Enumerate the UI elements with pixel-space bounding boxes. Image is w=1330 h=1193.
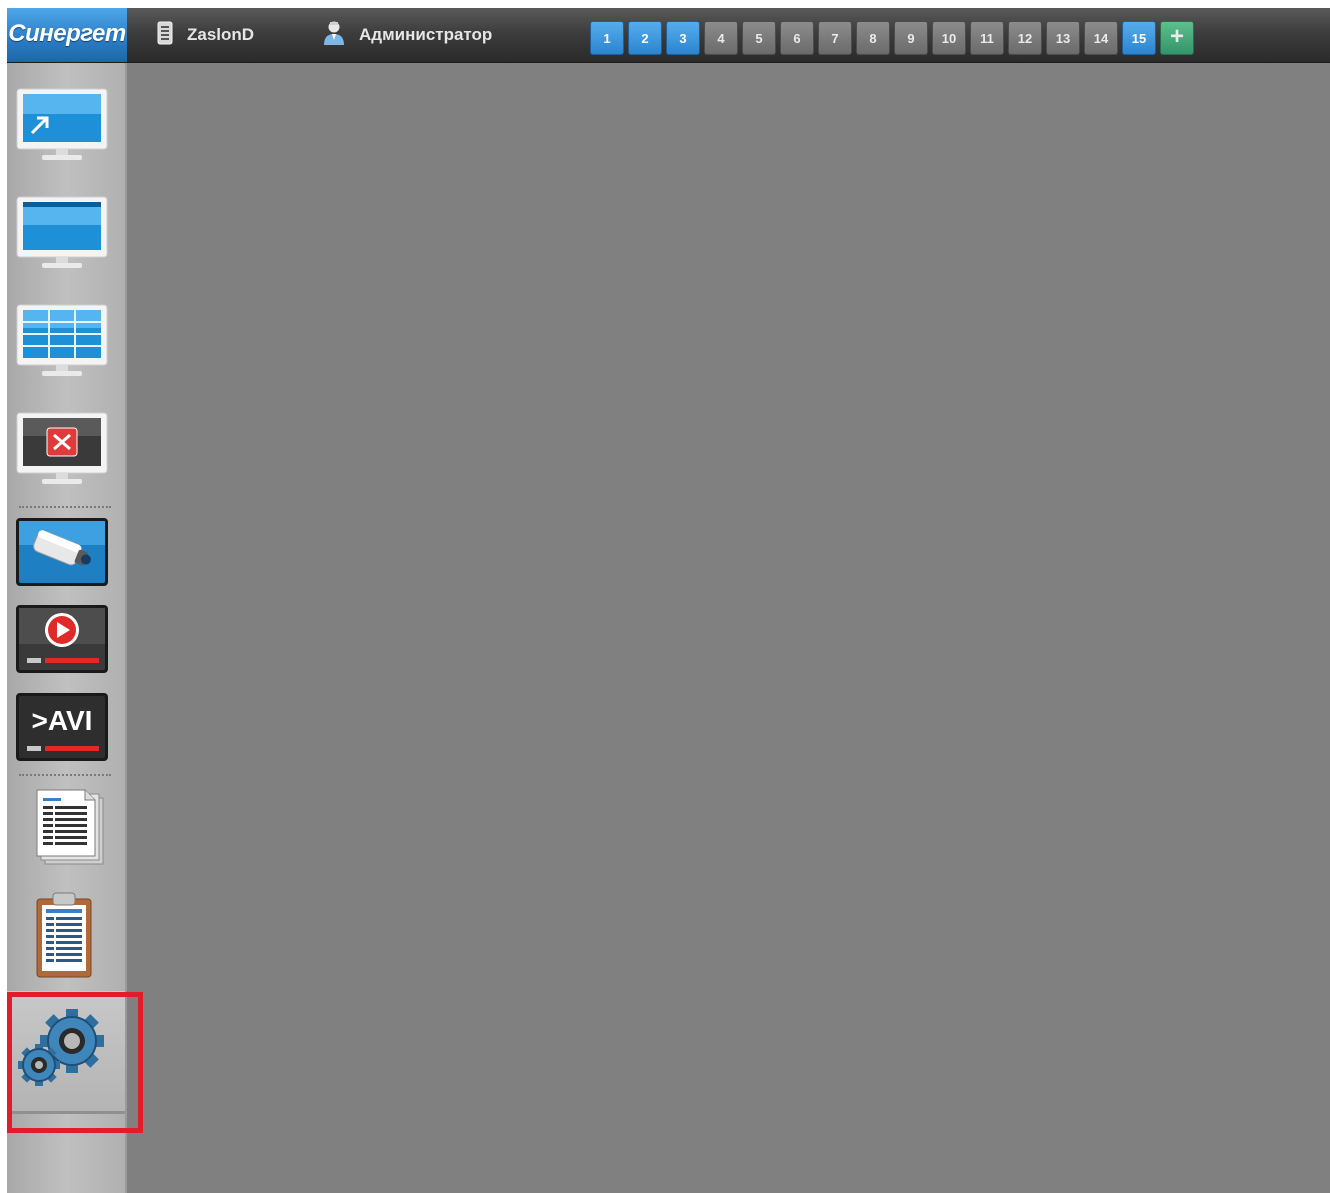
sidebar-item-avi-export[interactable]: >AVI bbox=[15, 692, 109, 767]
tab-layout-1[interactable]: 1 bbox=[590, 21, 624, 55]
sidebar-item-monitor-fullscreen[interactable] bbox=[15, 88, 109, 170]
tab-layout-2[interactable]: 2 bbox=[628, 21, 662, 55]
app-window: Синергет ZaslonD Администратор 1 2 3 4 5… bbox=[7, 8, 1330, 1193]
gears-settings-icon bbox=[17, 999, 109, 1100]
sidebar-item-monitor-grid[interactable] bbox=[15, 304, 109, 386]
layout-tabs: 1 2 3 4 5 6 7 8 9 10 11 12 13 14 15 + bbox=[590, 21, 1194, 55]
tab-layout-6[interactable]: 6 bbox=[780, 21, 814, 55]
sidebar-item-monitor-close[interactable] bbox=[15, 412, 109, 494]
user-icon bbox=[323, 20, 345, 51]
sidebar-item-settings[interactable] bbox=[7, 991, 125, 1114]
tab-layout-12[interactable]: 12 bbox=[1008, 21, 1042, 55]
playback-icon bbox=[15, 604, 109, 679]
server-icon bbox=[157, 21, 173, 50]
top-bar: Синергет ZaslonD Администратор 1 2 3 4 5… bbox=[7, 8, 1330, 63]
server-name: ZaslonD bbox=[187, 25, 255, 44]
sidebar-separator bbox=[19, 774, 111, 776]
tab-layout-9[interactable]: 9 bbox=[894, 21, 928, 55]
monitor-single-icon bbox=[15, 195, 109, 280]
tab-layout-14[interactable]: 14 bbox=[1084, 21, 1118, 55]
documents-icon bbox=[15, 788, 109, 873]
tab-layout-3[interactable]: 3 bbox=[666, 21, 700, 55]
user-name: Администратор bbox=[359, 25, 493, 44]
app-logo: Синергет bbox=[7, 8, 127, 62]
sidebar-item-clipboard-report[interactable] bbox=[15, 891, 109, 984]
monitor-grid-icon bbox=[15, 303, 109, 388]
tab-layout-11[interactable]: 11 bbox=[970, 21, 1004, 55]
tab-layout-4[interactable]: 4 bbox=[704, 21, 738, 55]
sidebar-item-documents[interactable] bbox=[15, 788, 109, 873]
sidebar-separator bbox=[19, 506, 111, 508]
tab-layout-15[interactable]: 15 bbox=[1122, 21, 1156, 55]
monitor-close-icon bbox=[15, 411, 109, 496]
main-workspace[interactable] bbox=[127, 63, 1330, 1193]
add-layout-button[interactable]: + bbox=[1160, 21, 1194, 55]
user-info: Администратор bbox=[323, 8, 492, 62]
tab-layout-10[interactable]: 10 bbox=[932, 21, 966, 55]
tab-layout-13[interactable]: 13 bbox=[1046, 21, 1080, 55]
tab-layout-5[interactable]: 5 bbox=[742, 21, 776, 55]
sidebar-item-camera[interactable] bbox=[15, 517, 109, 592]
tab-layout-8[interactable]: 8 bbox=[856, 21, 890, 55]
camera-icon bbox=[15, 517, 109, 592]
monitor-fullscreen-icon bbox=[15, 87, 109, 172]
server-info: ZaslonD bbox=[157, 8, 254, 62]
sidebar-item-playback[interactable] bbox=[15, 604, 109, 679]
avi-label: >AVI bbox=[32, 705, 93, 736]
sidebar-item-monitor-single[interactable] bbox=[15, 196, 109, 278]
tab-layout-7[interactable]: 7 bbox=[818, 21, 852, 55]
avi-export-icon: >AVI bbox=[15, 692, 109, 767]
clipboard-report-icon bbox=[15, 891, 109, 984]
